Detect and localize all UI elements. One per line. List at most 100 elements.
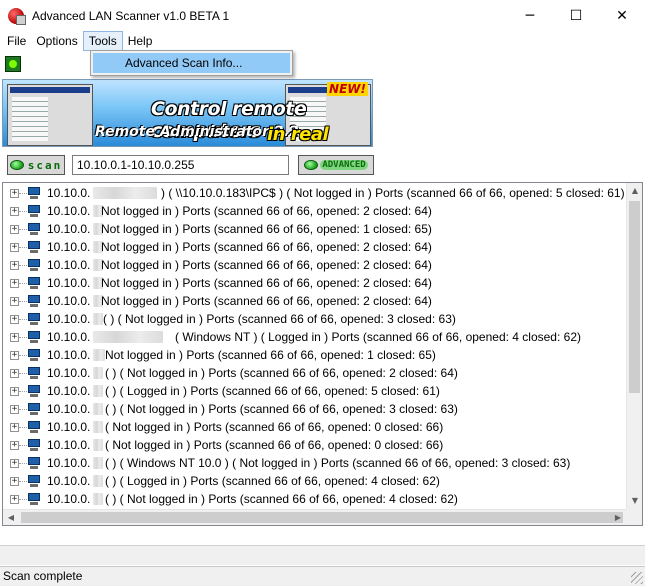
expand-icon[interactable]: + — [10, 369, 19, 378]
computer-icon — [27, 205, 41, 217]
expand-icon[interactable]: + — [10, 279, 19, 288]
horizontal-scrollbar[interactable]: ◀ ▶ — [3, 509, 626, 525]
expand-icon[interactable]: + — [10, 261, 19, 270]
computer-icon — [27, 277, 41, 289]
maximize-button[interactable]: ☐ — [553, 0, 599, 31]
expand-icon[interactable]: + — [10, 405, 19, 414]
table-row[interactable]: +10.10.0. Not logged in ) Ports (scanned … — [3, 238, 628, 256]
computer-icon — [27, 421, 41, 433]
minimize-button[interactable]: ─ — [507, 0, 553, 31]
table-row[interactable]: +10.10.0. ( ) ( Not logged in ) Ports (sc… — [3, 490, 628, 508]
expand-icon[interactable]: + — [10, 225, 19, 234]
title-bar[interactable]: Advanced LAN Scanner v1.0 BETA 1 ─ ☐ ✕ — [0, 0, 645, 31]
scroll-down-icon[interactable]: ▼ — [627, 493, 642, 509]
computer-icon — [27, 367, 41, 379]
tree-connector — [19, 427, 27, 428]
host-ip: 10.10.0. — [47, 222, 91, 236]
host-info: ( ) ( Not logged in ) Ports (scanned 66 … — [105, 492, 458, 506]
tree-connector — [19, 355, 27, 356]
host-info: ( ) ( Not logged in ) Ports (scanned 66 … — [105, 402, 458, 416]
table-row[interactable]: +10.10.0. ( Not logged in ) Ports (scanne… — [3, 436, 628, 454]
bottom-panel — [0, 545, 645, 565]
ip-range-input[interactable]: 10.10.0.1-10.10.0.255 — [72, 155, 289, 175]
scrollbar-corner — [626, 509, 642, 525]
computer-icon — [27, 493, 41, 505]
close-button[interactable]: ✕ — [599, 0, 645, 31]
menu-help[interactable]: Help — [123, 31, 158, 51]
redacted-hostname — [93, 457, 103, 469]
menu-item-advanced-scan-info[interactable]: Advanced Scan Info... — [93, 53, 290, 73]
expand-icon[interactable]: + — [10, 387, 19, 396]
table-row[interactable]: +10.10.0. ( ) ( Logged in ) Ports (scanne… — [3, 472, 628, 490]
table-row[interactable]: +10.10.0.) ( \\10.10.0.183\IPC$ ) ( Not … — [3, 184, 628, 202]
tree-connector — [19, 229, 27, 230]
redacted-hostname — [93, 493, 103, 505]
advertisement-banner[interactable]: NEW! Control remote computers Remote Adm… — [2, 79, 373, 147]
results-tree[interactable]: +10.10.0.) ( \\10.10.0.183\IPC$ ) ( Not … — [2, 182, 643, 526]
redacted-hostname — [93, 421, 103, 433]
expand-icon[interactable]: + — [10, 333, 19, 342]
redacted-hostname — [93, 475, 103, 487]
table-row[interactable]: +10.10.0. Not logged in ) Ports (scanned … — [3, 274, 628, 292]
scroll-left-icon[interactable]: ◀ — [3, 510, 19, 525]
expand-icon[interactable]: + — [10, 459, 19, 468]
tree-connector — [19, 391, 27, 392]
table-row[interactable]: +10.10.0. Not logged in ) Ports (scanned … — [3, 202, 628, 220]
table-row[interactable]: +10.10.0. Not logged in ) Ports (scanned … — [3, 256, 628, 274]
vertical-scrollbar[interactable]: ▲ ▼ — [626, 183, 642, 509]
expand-icon[interactable]: + — [10, 477, 19, 486]
status-bar: Scan complete — [0, 566, 645, 586]
table-row[interactable]: +10.10.0. ( Not logged in ) Ports (scanne… — [3, 418, 628, 436]
tree-connector — [19, 463, 27, 464]
computer-icon — [27, 259, 41, 271]
menu-options[interactable]: Options — [31, 31, 82, 51]
scroll-right-icon[interactable]: ▶ — [610, 510, 626, 525]
vertical-scroll-thumb[interactable] — [629, 201, 640, 393]
expand-icon[interactable]: + — [10, 423, 19, 432]
expand-icon[interactable]: + — [10, 315, 19, 324]
table-row[interactable]: +10.10.0. Not logged in ) Ports (scanned … — [3, 292, 628, 310]
table-row[interactable]: +10.10.0. ( ) ( Not logged in ) Ports (sc… — [3, 364, 628, 382]
table-row[interactable]: +10.10.0. ( Windows NT ) ( Logged in ) Po… — [3, 328, 628, 346]
expand-icon[interactable]: + — [10, 243, 19, 252]
host-info: ( ) ( Logged in ) Ports (scanned 66 of 6… — [105, 474, 440, 488]
redacted-hostname — [93, 367, 103, 379]
horizontal-scroll-thumb[interactable] — [21, 512, 623, 523]
results-list: +10.10.0.) ( \\10.10.0.183\IPC$ ) ( Not … — [3, 183, 628, 525]
green-led-icon — [9, 160, 24, 170]
advanced-button[interactable]: ADVANCED — [298, 155, 374, 175]
resize-grip-icon[interactable] — [631, 572, 643, 584]
expand-icon[interactable]: + — [10, 189, 19, 198]
table-row[interactable]: +10.10.0. ( ) ( Windows NT 10.0 ) ( Not l… — [3, 454, 628, 472]
expand-icon[interactable]: + — [10, 441, 19, 450]
tree-connector — [19, 319, 27, 320]
table-row[interactable]: +10.10.0. Not logged in ) Ports (scanned … — [3, 220, 628, 238]
host-ip: 10.10.0. — [47, 348, 91, 362]
computer-icon — [27, 457, 41, 469]
menu-file[interactable]: File — [2, 31, 31, 51]
computer-icon — [27, 313, 41, 325]
expand-icon[interactable]: + — [10, 207, 19, 216]
table-row[interactable]: +10.10.0. ( ) ( Logged in ) Ports (scanne… — [3, 382, 628, 400]
host-info: ( Not logged in ) Ports (scanned 66 of 6… — [105, 438, 444, 452]
host-info: ( Not logged in ) Ports (scanned 66 of 6… — [105, 420, 444, 434]
scroll-up-icon[interactable]: ▲ — [627, 183, 642, 199]
tree-connector — [19, 499, 27, 500]
expand-icon[interactable]: + — [10, 297, 19, 306]
tools-dropdown: Advanced Scan Info... — [90, 50, 293, 76]
host-ip: 10.10.0. — [47, 384, 91, 398]
refresh-icon[interactable] — [5, 56, 21, 72]
expand-icon[interactable]: + — [10, 351, 19, 360]
table-row[interactable]: +10.10.0. ( ) ( Not logged in ) Ports (sc… — [3, 310, 628, 328]
tree-connector — [19, 265, 27, 266]
tree-connector — [19, 247, 27, 248]
tree-connector — [19, 211, 27, 212]
computer-icon — [27, 241, 41, 253]
host-ip: 10.10.0. — [47, 312, 91, 326]
expand-icon[interactable]: + — [10, 495, 19, 504]
table-row[interactable]: +10.10.0. Not logged in ) Ports (scanned … — [3, 346, 628, 364]
scan-button[interactable]: scan — [7, 155, 65, 175]
menu-tools[interactable]: Tools — [82, 31, 123, 51]
table-row[interactable]: +10.10.0. ( ) ( Not logged in ) Ports (sc… — [3, 400, 628, 418]
window-controls: ─ ☐ ✕ — [507, 0, 645, 31]
